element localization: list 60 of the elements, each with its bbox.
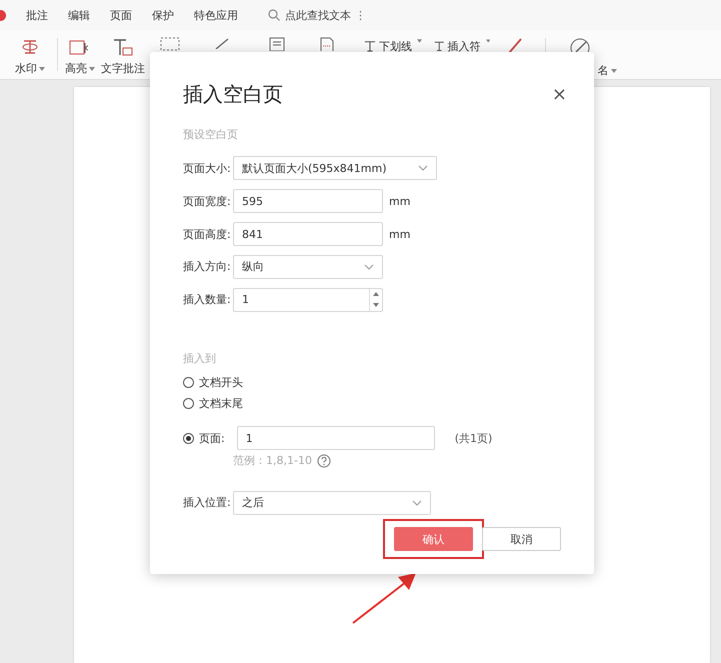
dropdown[interactable]: 之后 — [233, 490, 431, 515]
caret-icon[interactable] — [416, 39, 422, 43]
radio-button[interactable] — [183, 432, 194, 444]
caret-icon[interactable] — [89, 66, 95, 70]
menu-item[interactable]: 页面 — [100, 8, 142, 22]
more-button[interactable]: ⋮ — [355, 8, 366, 22]
input-field[interactable]: 1 — [236, 426, 435, 450]
toolbar-label[interactable]: 水印 — [15, 61, 37, 76]
chevron-down-icon — [364, 264, 374, 270]
note-icon[interactable] — [269, 37, 285, 51]
number-field[interactable]: 1 — [233, 288, 383, 312]
section-title: 预设空白页 — [183, 126, 239, 142]
toolbar-label[interactable]: 名 — [598, 63, 608, 78]
toolbar-label[interactable]: 下划线 — [378, 39, 412, 54]
radio-label[interactable]: 文档末尾 — [199, 396, 243, 412]
menu-item[interactable]: 保护 — [142, 8, 184, 22]
text-icon — [434, 39, 444, 53]
input-field[interactable]: 841 — [233, 222, 383, 246]
unit-label: mm — [389, 228, 410, 241]
field-label: 页面高度: — [183, 226, 232, 242]
caret-icon[interactable] — [610, 68, 616, 72]
field-label: 插入数量: — [183, 292, 232, 308]
search-field[interactable]: 点此查找文本 — [268, 8, 351, 22]
text-icon — [364, 39, 376, 53]
field-label: 插入方向: — [183, 259, 232, 274]
search-icon — [268, 9, 280, 21]
help-icon[interactable] — [316, 454, 331, 468]
toolbar-label[interactable]: 插入符 — [448, 39, 480, 54]
radio-label[interactable]: 页面: — [199, 430, 225, 446]
close-button[interactable]: × — [552, 84, 567, 106]
toolbar-label[interactable]: 高亮 — [65, 61, 87, 76]
radio-button[interactable] — [183, 398, 194, 410]
spin-down-icon[interactable] — [373, 303, 379, 308]
menu-item[interactable]: 批注 — [16, 8, 58, 22]
unit-label: mm — [389, 194, 410, 208]
toolbar-label[interactable]: 文字批注 — [101, 61, 145, 76]
text-box-icon[interactable] — [160, 37, 180, 51]
caret-icon[interactable] — [486, 39, 490, 43]
menu-item[interactable]: 编辑 — [58, 8, 100, 22]
radio-button[interactable] — [183, 377, 194, 388]
input-field[interactable]: 595 — [233, 189, 383, 214]
dropdown[interactable]: 纵向 — [233, 254, 383, 279]
line-icon[interactable] — [214, 37, 230, 49]
caret-icon[interactable] — [39, 66, 45, 70]
radio-label[interactable]: 文档开头 — [199, 375, 243, 390]
field-label: 插入位置: — [183, 495, 232, 510]
spin-up-icon[interactable] — [373, 292, 379, 296]
cancel-button[interactable]: 取消 — [482, 527, 561, 551]
menu-item[interactable]: 特色应用 — [184, 8, 248, 22]
section-title: 插入到 — [183, 351, 217, 366]
field-label: 页面大小: — [183, 160, 232, 176]
page-count: (共1页) — [454, 430, 492, 446]
field-label: 页面宽度: — [183, 194, 232, 209]
document-icon[interactable] — [319, 37, 335, 51]
chevron-down-icon — [412, 500, 422, 506]
dropdown[interactable]: 默认页面大小(595x841mm) — [233, 156, 437, 180]
hint-text: 范例：1,8,1-10 — [233, 453, 312, 468]
chevron-down-icon — [418, 165, 428, 172]
dialog-title: 插入空白页 — [183, 81, 283, 108]
text-comment-icon[interactable] — [112, 37, 134, 57]
